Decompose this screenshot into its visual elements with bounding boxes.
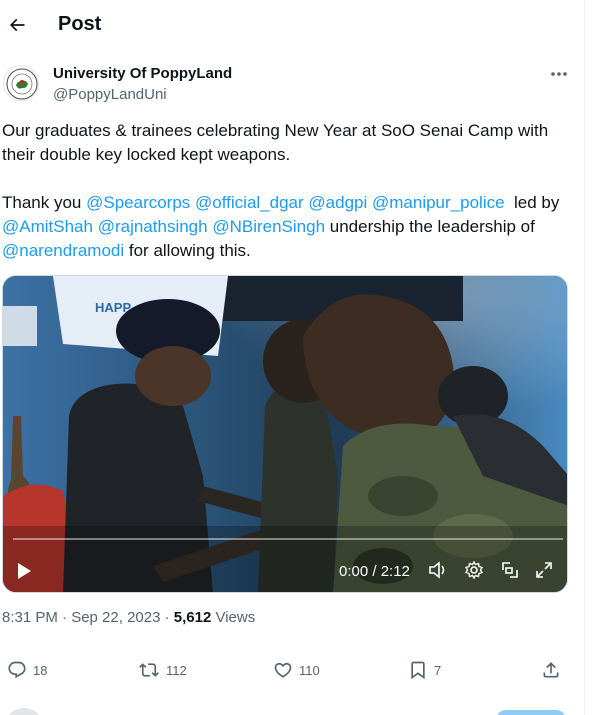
tweet-actions: 18 112 110 7	[0, 657, 584, 683]
picture-in-picture-icon	[502, 562, 518, 578]
tweet-paragraph: Thank you @Spearcorps @official_dgar @ad…	[2, 191, 577, 263]
bookmark-count: 7	[434, 662, 442, 678]
back-button[interactable]	[2, 10, 32, 40]
bookmark-icon	[411, 661, 425, 680]
text-span: led by	[504, 193, 560, 212]
more-button[interactable]	[547, 64, 571, 84]
text-span: Thank you	[2, 193, 87, 212]
avatar[interactable]	[3, 65, 39, 101]
video-time: 0:00 / 2:12	[339, 563, 410, 580]
more-horizontal-icon	[551, 72, 567, 76]
share-icon	[543, 662, 559, 678]
bookmark-button[interactable]: 7	[408, 657, 441, 683]
play-button[interactable]	[11, 558, 37, 584]
author-display-name[interactable]: University Of PoppyLand	[53, 65, 232, 82]
arrow-left-icon	[9, 18, 25, 32]
views-count: 5,612	[173, 609, 212, 626]
video-player[interactable]: HAPP 0:00 / 2:12	[2, 275, 568, 593]
text-span: undership the leadership of	[325, 217, 535, 236]
like-button[interactable]: 110	[273, 657, 320, 683]
volume-button[interactable]	[427, 559, 449, 581]
pip-button[interactable]	[499, 559, 521, 581]
gear-icon	[464, 560, 484, 580]
mention-link[interactable]: @NBirenSingh	[212, 217, 325, 236]
volume-icon	[429, 561, 445, 579]
views-label: Views	[211, 609, 256, 626]
repost-count: 112	[166, 662, 187, 678]
fullscreen-button[interactable]	[533, 559, 555, 581]
reply-submit-button[interactable]	[496, 710, 566, 715]
repost-button[interactable]: 112	[138, 657, 187, 683]
reply-count: 18	[33, 662, 48, 678]
repost-icon	[139, 663, 159, 677]
column-border	[584, 0, 585, 715]
author-handle[interactable]: @PoppyLandUni	[53, 86, 167, 103]
video-frame: HAPP	[3, 276, 567, 592]
mention-link[interactable]: @Spearcorps	[86, 193, 190, 212]
video-controls: 0:00 / 2:12	[3, 550, 567, 590]
page-header: Post	[0, 0, 584, 53]
text-span: for allowing this.	[124, 241, 251, 260]
mention-link[interactable]: @manipur_police	[372, 193, 505, 212]
reply-avatar	[4, 708, 44, 715]
tweet-text: Our graduates & trainees celebrating New…	[2, 119, 577, 263]
reply-button[interactable]: 18	[7, 657, 47, 683]
university-logo-icon	[6, 68, 38, 100]
page-title: Post	[58, 13, 102, 35]
mention-link[interactable]: @adgpi	[308, 193, 367, 212]
timestamp[interactable]: 8:31 PM · Sep 22, 2023 ·	[2, 609, 174, 626]
settings-button[interactable]	[463, 559, 485, 581]
mention-link[interactable]: @AmitShah	[2, 217, 93, 236]
play-icon	[18, 563, 31, 579]
heart-icon	[274, 662, 292, 678]
tweet-paragraph: Our graduates & trainees celebrating New…	[2, 121, 549, 164]
like-count: 110	[299, 662, 320, 678]
share-button[interactable]	[541, 657, 561, 683]
reply-icon	[8, 661, 26, 679]
fullscreen-icon	[536, 562, 552, 578]
mention-link[interactable]: @rajnathsingh	[98, 217, 208, 236]
mention-link[interactable]: @official_dgar	[195, 193, 304, 212]
mention-link[interactable]: @narendramodi	[2, 241, 124, 260]
video-progress-bar[interactable]	[13, 538, 563, 540]
tweet-meta: 8:31 PM · Sep 22, 2023 · 5,612 Views	[2, 609, 255, 626]
